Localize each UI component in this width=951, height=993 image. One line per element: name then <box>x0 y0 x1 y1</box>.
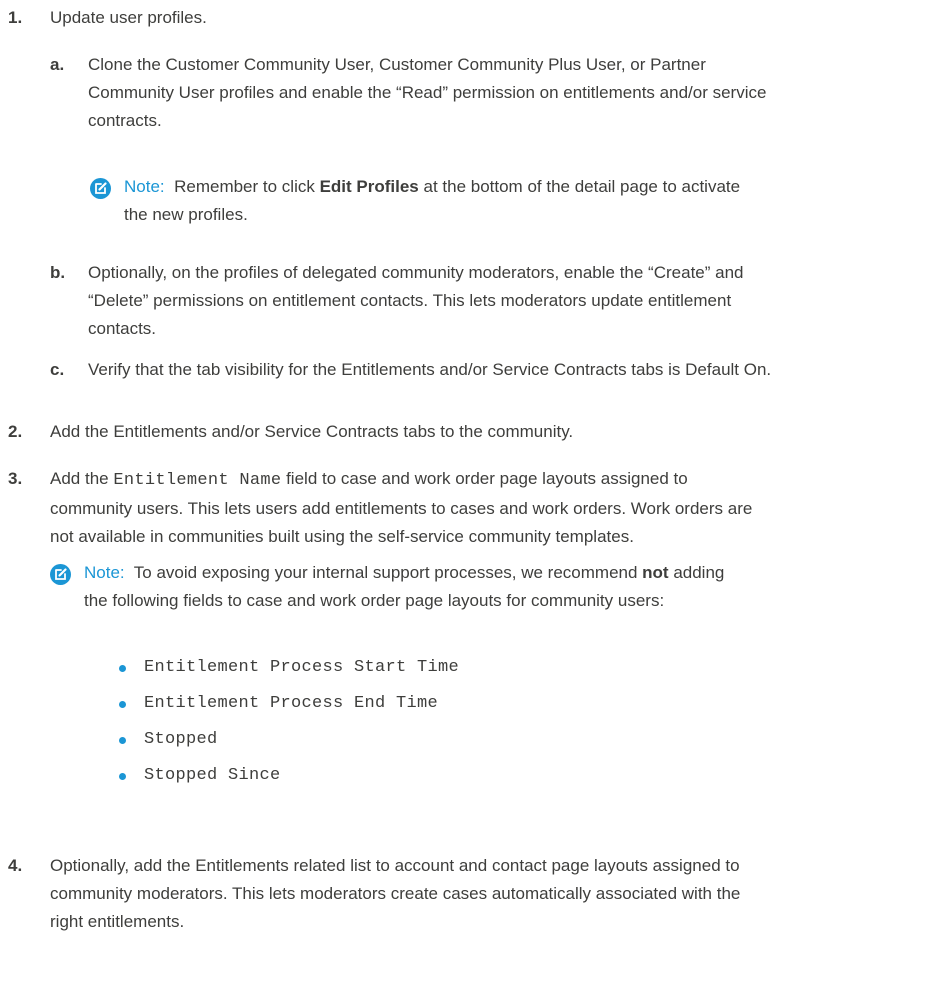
document-page: 1. Update user profiles. a. Clone the Cu… <box>0 0 951 993</box>
note-line: the following fields to case and work or… <box>84 591 665 610</box>
step-line: Optionally, add the Entitlements related… <box>50 856 740 875</box>
note-remember: Note: Remember to click Edit Profiles at… <box>124 173 740 229</box>
edit-note-icon <box>50 564 71 585</box>
not-term: not <box>642 563 669 582</box>
edit-profiles-term: Edit Profiles <box>319 177 419 196</box>
substep-line: Verify that the tab visibility for the E… <box>88 360 772 379</box>
step-text: Update user profiles. <box>50 8 207 27</box>
substep-line: Community User profiles and enable the “… <box>88 83 767 102</box>
edit-note-icon <box>90 178 111 199</box>
step-line: community users. This lets users add ent… <box>50 499 753 518</box>
bullet-dot <box>119 701 126 708</box>
note-label: Note: <box>124 177 165 196</box>
bullet-dot <box>119 665 126 672</box>
step-number: 3. <box>8 469 23 488</box>
step-number: 1. <box>8 8 23 27</box>
entitlement-name-field: Entitlement Name <box>113 471 282 490</box>
substep-number: c. <box>50 360 65 379</box>
step-line: not available in communities built using… <box>50 527 634 546</box>
field-item: Entitlement Process Start Time <box>144 658 460 677</box>
substep-line: contacts. <box>88 319 157 338</box>
step-text: Add the Entitlements and/or Service Cont… <box>50 422 574 441</box>
field-item: Stopped <box>144 730 218 749</box>
step-line: community moderators. This lets moderato… <box>50 884 741 903</box>
substep-line: Clone the Customer Community User, Custo… <box>88 55 706 74</box>
substep-line: contracts. <box>88 111 162 130</box>
substep-line: Optionally, on the profiles of delegated… <box>88 263 744 282</box>
substep-number: a. <box>50 55 65 74</box>
substep-number: b. <box>50 263 66 282</box>
note-line: the new profiles. <box>124 205 248 224</box>
step-line: right entitlements. <box>50 912 185 931</box>
bullet-dot <box>119 773 126 780</box>
bullet-dot <box>119 737 126 744</box>
field-item: Entitlement Process End Time <box>144 694 439 713</box>
note-label: Note: <box>84 563 125 582</box>
note-avoid-exposing: Note: To avoid exposing your internal su… <box>84 559 724 615</box>
field-item: Stopped Since <box>144 766 281 785</box>
step-number: 4. <box>8 856 23 875</box>
step-number: 2. <box>8 422 23 441</box>
substep-line: “Delete” permissions on entitlement cont… <box>88 291 732 310</box>
